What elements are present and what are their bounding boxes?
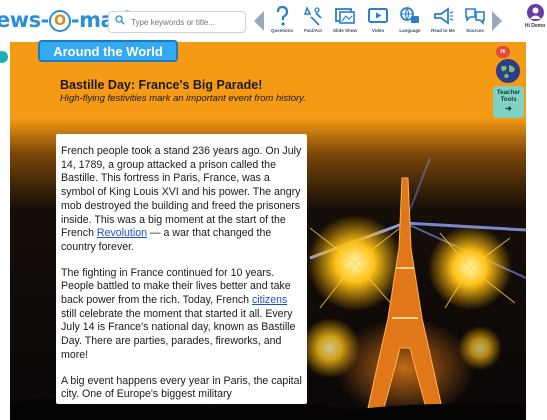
video-button[interactable]: Video <box>362 5 394 33</box>
section-tab[interactable]: Around the World <box>38 40 178 62</box>
top-toolbar: ews-O-matic Questions Fact/Act Slide Sho… <box>0 0 547 43</box>
video-icon <box>368 8 388 23</box>
article-paragraph-3: A big event happens every year in Paris,… <box>61 374 302 401</box>
arrow-right-icon: ➜ <box>505 104 512 113</box>
sources-label: Sources <box>466 28 484 33</box>
user-greeting: Hi Demo <box>524 23 546 29</box>
search-box[interactable] <box>108 11 246 33</box>
article-body: French people took a stand 236 years ago… <box>56 134 307 404</box>
teacher-tools-line1: Teacher <box>496 89 521 96</box>
read-to-me-button[interactable]: Read to Me <box>427 5 459 33</box>
hi-badge-icon[interactable]: Hi <box>496 46 510 58</box>
p1-text-before-link: French people took a stand 236 years ago… <box>61 145 302 240</box>
user-icon <box>529 7 541 19</box>
article-paragraph-2: The fighting in France continued for 10 … <box>61 267 307 363</box>
fact-act-button[interactable]: Fact/Act <box>297 5 329 33</box>
user-menu[interactable]: Hi Demo <box>523 4 547 29</box>
slide-show-button[interactable]: Slide Show <box>329 5 361 33</box>
avatar <box>526 4 544 21</box>
sources-button[interactable]: Sources <box>459 5 491 33</box>
sources-icon <box>465 8 485 25</box>
questions-button[interactable]: Questions <box>266 5 298 33</box>
teacher-tools-line2: Tools <box>500 96 517 103</box>
prev-arrow-icon[interactable] <box>254 11 264 31</box>
language-label: Language <box>399 28 421 33</box>
article-subtitle: High-flying festivities mark an importan… <box>60 93 306 104</box>
search-icon <box>115 15 125 25</box>
article-title: Bastille Day: France's Big Parade! <box>60 78 263 92</box>
right-margin <box>526 42 547 420</box>
language-button[interactable]: Language <box>394 5 426 33</box>
article-paragraph-1: French people took a stand 236 years ago… <box>61 145 307 255</box>
p2-text-after-link: still celebrate the moment that started … <box>61 307 296 361</box>
logo-o: O <box>48 10 71 32</box>
video-label: Video <box>371 28 385 33</box>
search-input[interactable] <box>129 14 243 31</box>
fact-icon <box>303 6 322 26</box>
language-icon <box>400 7 419 23</box>
teacher-tools-button[interactable]: Teacher Tools ➜ <box>493 86 524 118</box>
globe-icon[interactable] <box>496 59 520 83</box>
megaphone-icon <box>434 7 454 25</box>
next-arrow-icon[interactable] <box>492 11 502 31</box>
citizens-link[interactable]: citizens <box>252 294 287 306</box>
question-icon <box>276 5 289 26</box>
logo-text-left: ews- <box>0 8 49 32</box>
revolution-link[interactable]: Revolution <box>97 227 147 239</box>
left-margin <box>0 42 10 420</box>
slide-show-label: Slide Show <box>332 28 357 33</box>
fact-act-label: Fact/Act <box>304 28 322 33</box>
questions-label: Questions <box>270 28 293 33</box>
read-to-me-label: Read to Me <box>430 28 455 33</box>
slideshow-icon <box>335 8 355 24</box>
